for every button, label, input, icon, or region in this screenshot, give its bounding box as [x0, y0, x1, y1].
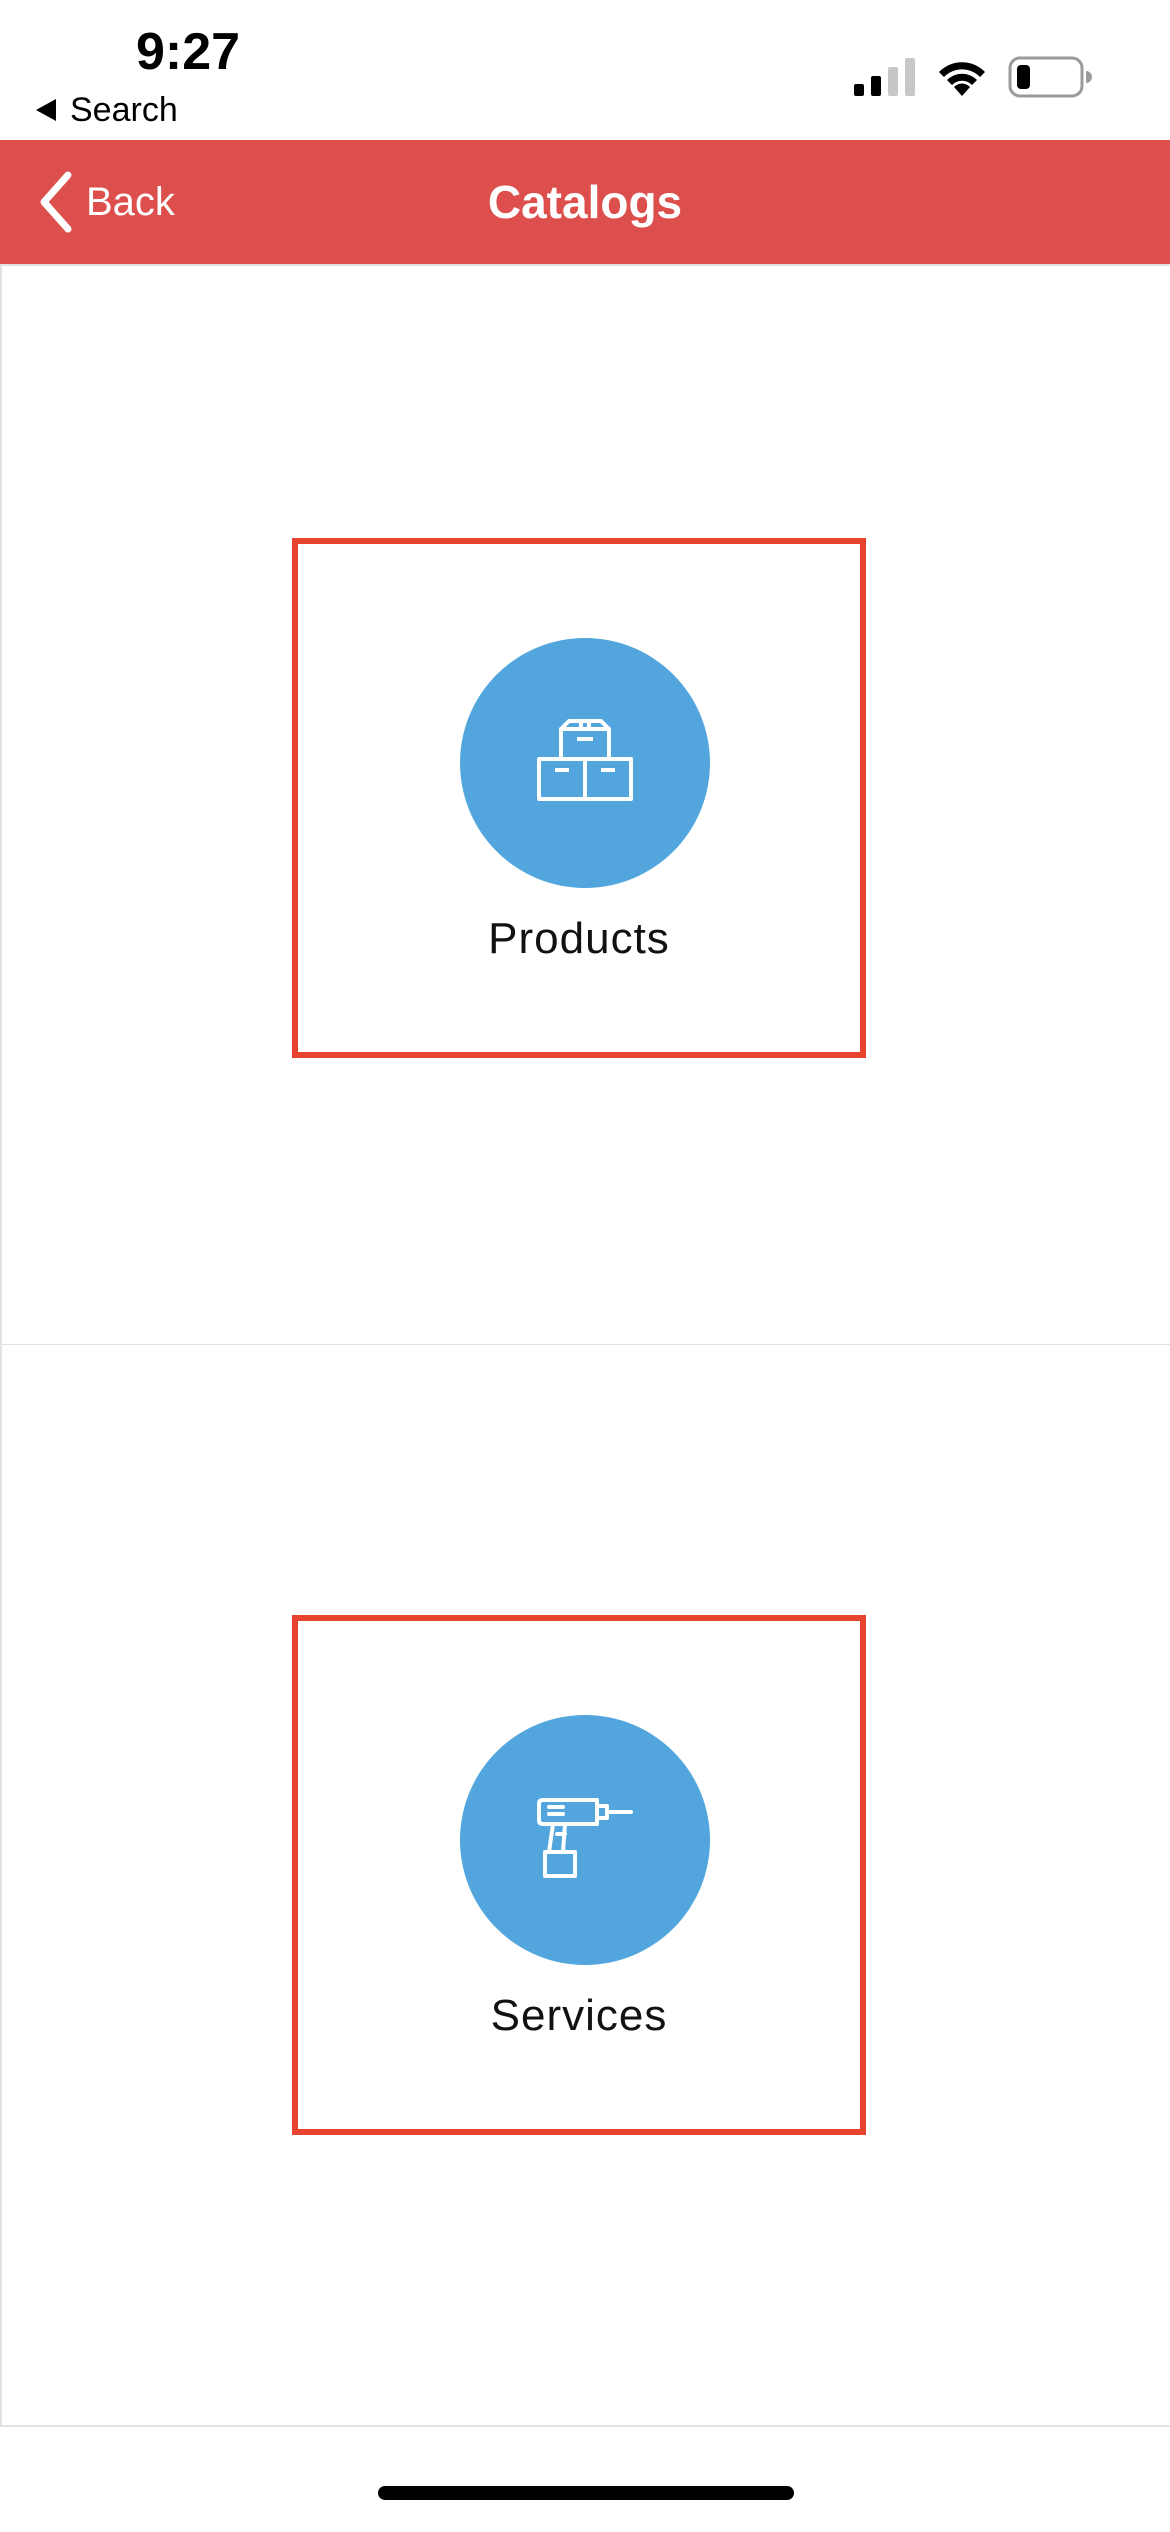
- chevron-left-icon: [40, 171, 72, 233]
- services-label: Services: [490, 1991, 668, 2040]
- status-bar: 9:27 Search: [0, 0, 1170, 140]
- screen: 9:27 Search Back Catalogs Products Servi…: [0, 0, 1170, 2532]
- back-to-app-label: Search: [70, 90, 178, 129]
- products-label: Products: [488, 914, 670, 963]
- services-panel: Services: [0, 1344, 1170, 2427]
- boxes-icon: [537, 719, 633, 801]
- products-panel: Products: [0, 264, 1170, 1345]
- drill-icon: [537, 1798, 633, 1878]
- services-icon-circle: [460, 1715, 710, 1965]
- back-button[interactable]: Back: [36, 140, 175, 264]
- back-button-label: Back: [86, 179, 175, 224]
- products-catalog-button[interactable]: Products: [292, 538, 866, 1058]
- products-icon-circle: [460, 638, 710, 888]
- nav-bar: Back Catalogs: [0, 140, 1170, 264]
- wifi-icon: [939, 62, 985, 96]
- home-indicator[interactable]: [378, 2486, 794, 2500]
- back-triangle-icon: [36, 99, 56, 121]
- page-title: Catalogs: [487, 176, 683, 228]
- cellular-signal-icon: [854, 58, 915, 96]
- services-catalog-button[interactable]: Services: [292, 1615, 866, 2135]
- back-to-app-button[interactable]: Search: [36, 90, 178, 130]
- status-time: 9:27: [136, 23, 241, 81]
- battery-icon: [1008, 56, 1092, 98]
